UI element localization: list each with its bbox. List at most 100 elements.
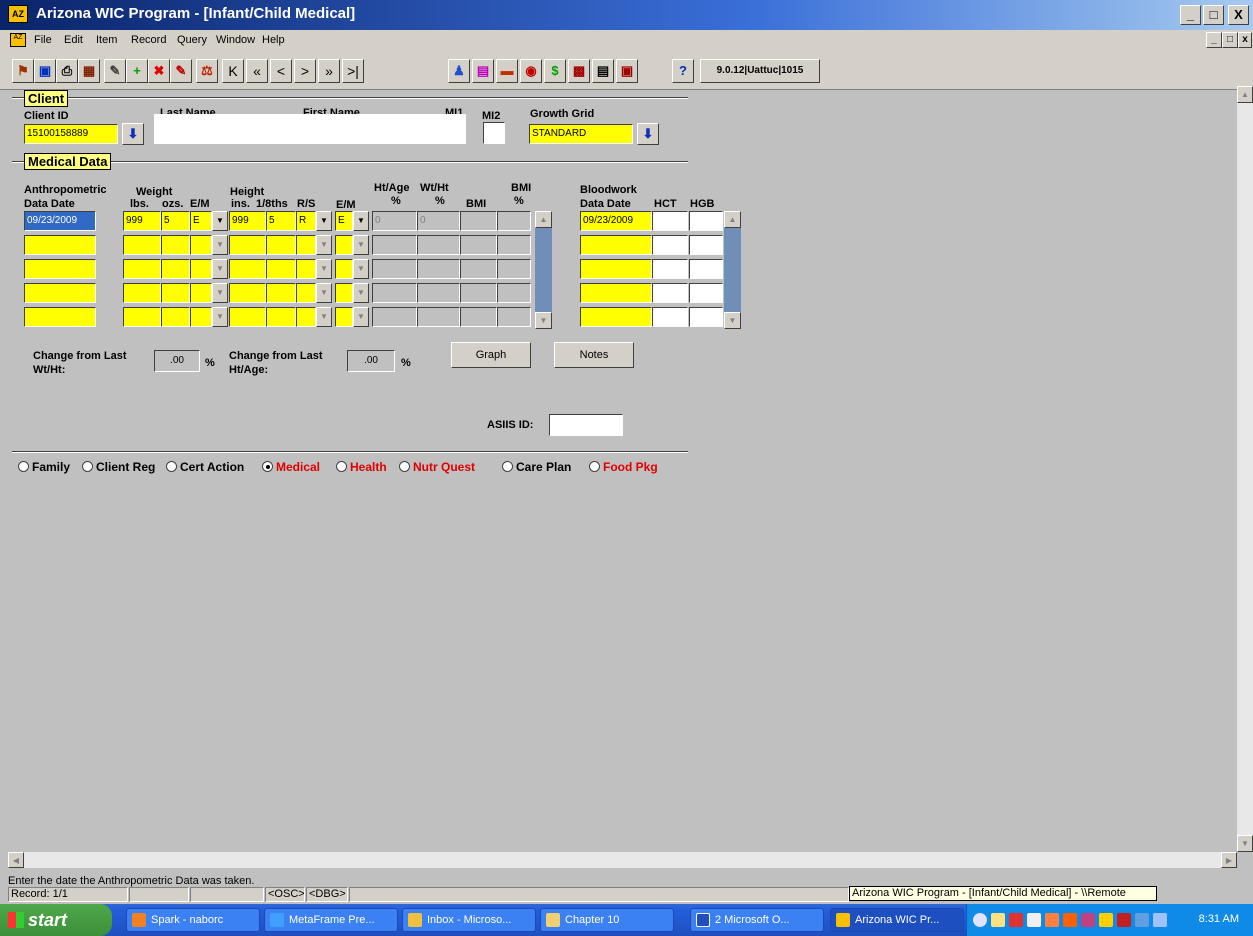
em-row5[interactable] [190,307,212,327]
anthro-date-row3[interactable] [24,259,96,279]
em2-dropdown-row5[interactable]: ▼ [353,307,369,327]
hgb-row1[interactable] [689,211,723,231]
em2-row2[interactable] [335,235,353,255]
ins-row1[interactable]: 999 [229,211,266,231]
task-chapter10[interactable]: Chapter 10 [540,908,674,932]
help-icon[interactable]: ? [672,59,694,83]
bus-icon[interactable]: ▬ [496,59,518,83]
hgb-row3[interactable] [689,259,723,279]
ins-row5[interactable] [229,307,266,327]
scale-icon[interactable]: ⚖ [196,59,218,83]
rs-row2[interactable] [296,235,316,255]
rs-dropdown-row4[interactable]: ▼ [316,283,332,303]
ozs-row2[interactable] [161,235,190,255]
ozs-row4[interactable] [161,283,190,303]
minimize-button[interactable]: _ [1180,5,1201,25]
asiis-id-field[interactable] [549,414,623,436]
lbs-row1[interactable]: 999 [123,211,161,231]
anthro-scroll-up[interactable]: ▲ [535,211,552,228]
tab-food-pkg[interactable]: Food Pkg [589,460,658,474]
window-scroll-down[interactable]: ▼ [1237,835,1253,852]
clear-icon[interactable]: ✎ [170,59,192,83]
start-button[interactable]: start [0,904,112,936]
people-icon[interactable]: ♟ [448,59,470,83]
task-inbox[interactable]: Inbox - Microso... [402,908,536,932]
prev-set-button[interactable]: « [246,59,268,83]
bw-date-row3[interactable] [580,259,652,279]
tab-family[interactable]: Family [18,460,70,474]
hct-row1[interactable] [652,211,688,231]
graph-button[interactable]: Graph [451,342,531,368]
bw-date-row1[interactable]: 09/23/2009 [580,211,652,231]
rs-row5[interactable] [296,307,316,327]
maximize-button[interactable]: □ [1203,5,1224,25]
eighths-row4[interactable] [266,283,296,303]
em2-dropdown-row1[interactable]: ▼ [353,211,369,231]
anthro-scroll-down[interactable]: ▼ [535,312,552,329]
bw-date-row4[interactable] [580,283,652,303]
rs-dropdown-row1[interactable]: ▼ [316,211,332,231]
menu-query[interactable]: Query [177,34,207,46]
bw-date-row5[interactable] [580,307,652,327]
report-icon[interactable]: ▩ [568,59,590,83]
window-icon[interactable]: ▣ [616,59,638,83]
eighths-row1[interactable]: 5 [266,211,296,231]
rs-row1[interactable]: R [296,211,316,231]
em2-dropdown-row4[interactable]: ▼ [353,283,369,303]
hct-row4[interactable] [652,283,688,303]
em-dropdown-row5[interactable]: ▼ [212,307,228,327]
em-dropdown-row3[interactable]: ▼ [212,259,228,279]
exit-icon[interactable]: ⚑ [12,59,34,83]
window-scroll-left[interactable]: ◀ [8,852,24,868]
last-record-button[interactable]: >| [342,59,364,83]
em2-row5[interactable] [335,307,353,327]
doc-restore-button[interactable]: □ [1222,32,1238,48]
ins-row3[interactable] [229,259,266,279]
add-record-icon[interactable]: + [126,59,148,83]
form-icon[interactable]: ▤ [592,59,614,83]
growth-grid-dropdown[interactable]: ⬇ [637,123,659,145]
close-button[interactable]: X [1228,5,1249,25]
save-icon[interactable]: ▣ [34,59,56,83]
ins-row4[interactable] [229,283,266,303]
task-word[interactable]: 2 Microsoft O... [690,908,824,932]
doc-min-button[interactable]: _ [1206,32,1222,48]
money-icon[interactable]: $ [544,59,566,83]
back-icon[interactable] [973,913,987,927]
hgb-row5[interactable] [689,307,723,327]
print-icon[interactable]: ⎙ [56,59,78,83]
em-dropdown-row2[interactable]: ▼ [212,235,228,255]
rs-dropdown-row2[interactable]: ▼ [316,235,332,255]
name-fields-redacted[interactable] [154,114,466,144]
menu-window[interactable]: Window [216,34,255,46]
growth-grid-field[interactable]: STANDARD [529,124,633,144]
card-icon[interactable]: ▤ [472,59,494,83]
user-icon[interactable] [1027,913,1041,927]
menu-file[interactable]: File [34,34,52,46]
window-scroll-right[interactable]: ▶ [1221,852,1237,868]
edit-icon[interactable]: ✎ [104,59,126,83]
menu-help[interactable]: Help [262,34,285,46]
hct-row3[interactable] [652,259,688,279]
eighths-row5[interactable] [266,307,296,327]
network-icon[interactable] [1081,913,1095,927]
eighths-row2[interactable] [266,235,296,255]
tab-health[interactable]: Health [336,460,387,474]
bw-scroll-down[interactable]: ▼ [724,312,741,329]
window-scroll-up[interactable]: ▲ [1237,86,1253,103]
next-record-button[interactable]: > [294,59,316,83]
delete-record-icon[interactable]: ✖ [148,59,170,83]
tab-client-reg[interactable]: Client Reg [82,460,155,474]
em-row2[interactable] [190,235,212,255]
hgb-row4[interactable] [689,283,723,303]
em-dropdown-row1[interactable]: ▼ [212,211,228,231]
client-search-button[interactable]: ⬇ [122,123,144,145]
task-arizona-wic[interactable]: Arizona WIC Pr... [830,908,964,932]
bw-scroll-up[interactable]: ▲ [724,211,741,228]
first-record-button[interactable]: K [222,59,244,83]
em-row3[interactable] [190,259,212,279]
lbs-row5[interactable] [123,307,161,327]
prev-record-button[interactable]: < [270,59,292,83]
menu-record[interactable]: Record [131,34,166,46]
anthro-date-row4[interactable] [24,283,96,303]
